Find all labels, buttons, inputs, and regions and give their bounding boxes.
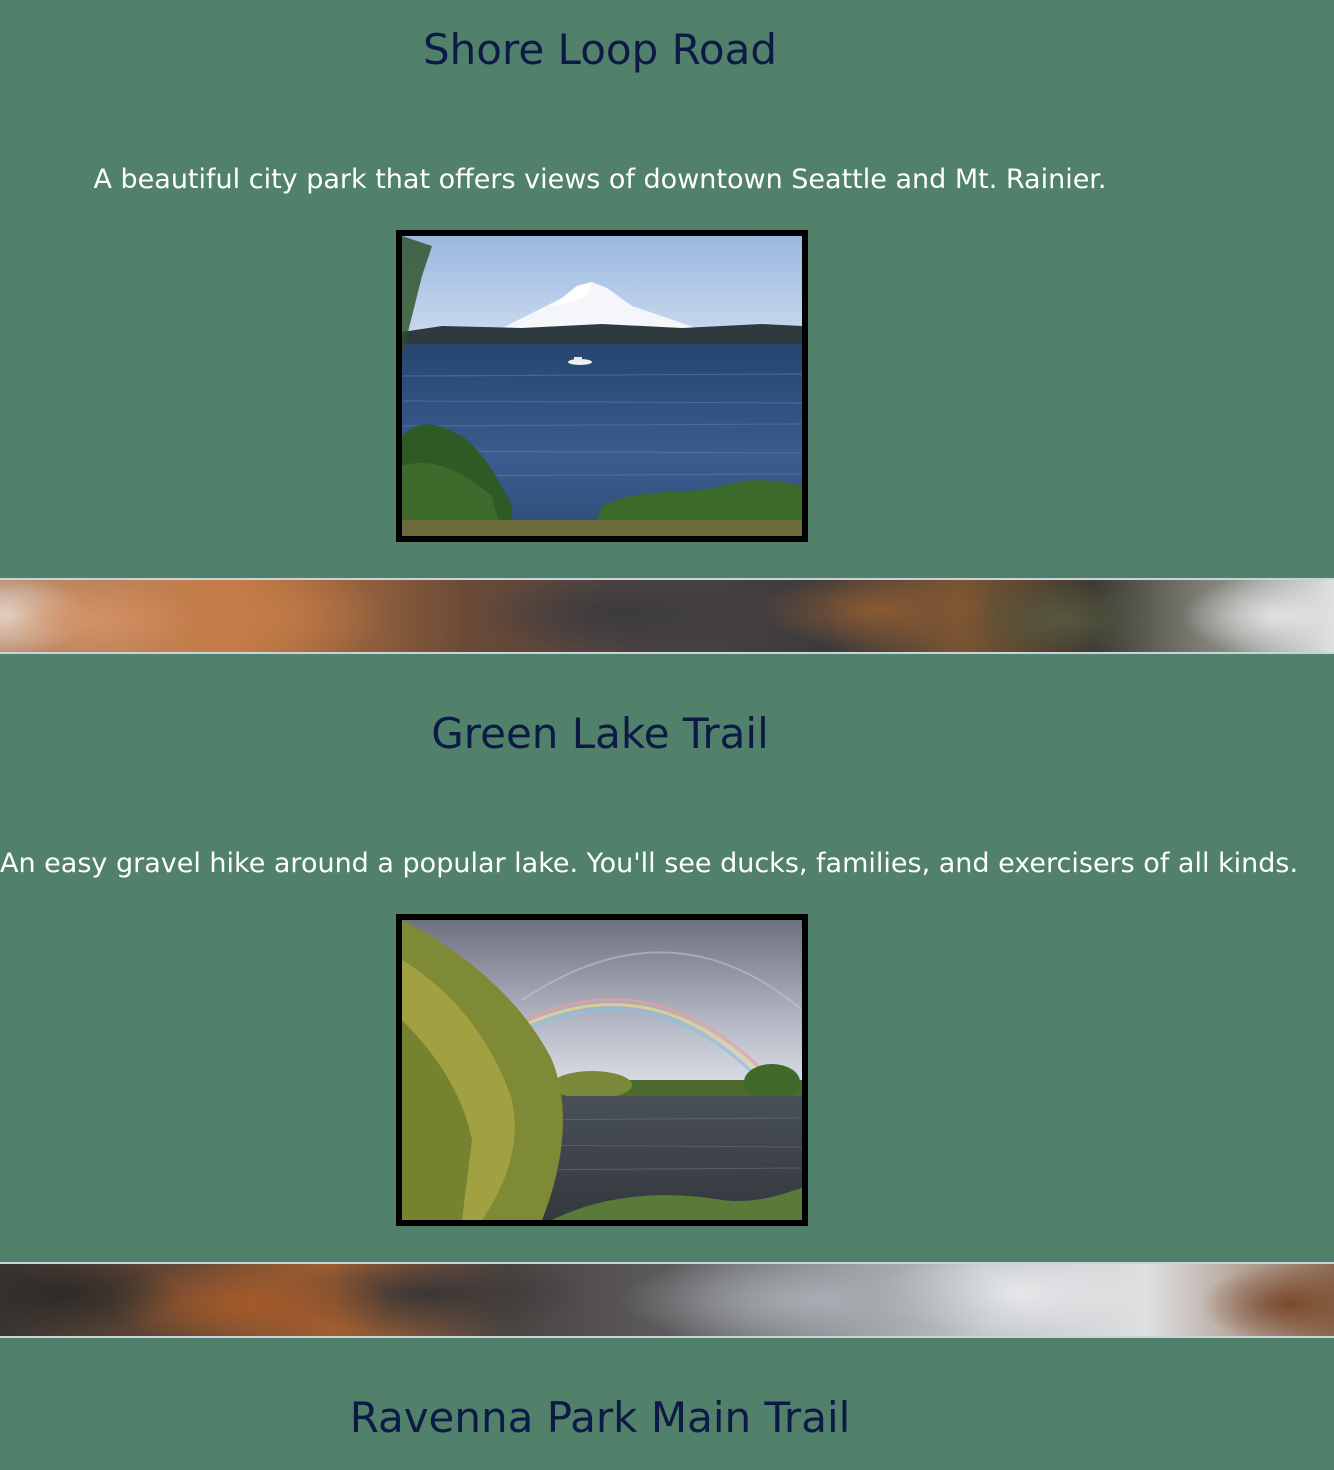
trail-list-page: Shore Loop Road A beautiful city park th… [0,0,1334,1470]
trail-title: Ravenna Park Main Trail [349,1393,851,1442]
decorative-banner [0,578,1334,654]
trail-card-shore-loop-road: Shore Loop Road A beautiful city park th… [0,0,1334,578]
trail-photo-rainbow-lake [396,914,808,1226]
trail-title: Green Lake Trail [431,709,769,758]
trail-title: Shore Loop Road [423,25,777,74]
trail-description: A beautiful city park that offers views … [93,164,1107,195]
trail-card-ravenna-park-main-trail: Ravenna Park Main Trail [0,1368,1334,1470]
trail-photo-mountain-lake [396,230,808,542]
trail-card-green-lake-trail: Green Lake Trail An easy gravel hike aro… [0,684,1334,1262]
decorative-banner [0,1262,1334,1338]
trail-description: An easy gravel hike around a popular lak… [0,848,1299,879]
